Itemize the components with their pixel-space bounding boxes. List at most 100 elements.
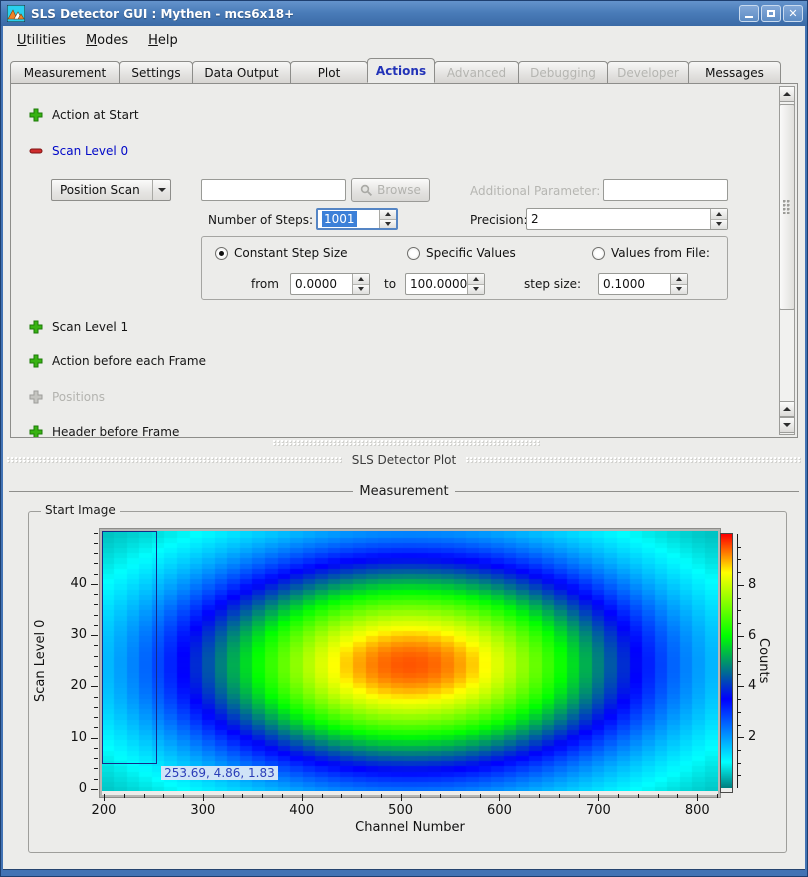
- minimize-button[interactable]: [739, 5, 759, 22]
- spin-down-button[interactable]: [671, 285, 687, 295]
- from-spinbox[interactable]: 0.0000: [290, 273, 370, 295]
- step-size-value: 0.1000: [599, 274, 670, 294]
- tab-actions[interactable]: Actions: [367, 58, 435, 83]
- z-minor-tick: [737, 572, 741, 573]
- x-minor-tick: [144, 794, 145, 798]
- menu-help[interactable]: Help: [140, 30, 186, 51]
- action-at-start-item[interactable]: Action at Start: [29, 108, 139, 122]
- menu-utilities[interactable]: Utilities: [9, 30, 74, 51]
- arrow-down-icon: [358, 287, 364, 291]
- scan-script-input[interactable]: [201, 179, 346, 201]
- spin-down-button[interactable]: [468, 285, 484, 295]
- y-minor-tick: [94, 625, 98, 626]
- actions-scrollbar[interactable]: [779, 86, 795, 435]
- scroll-down-button[interactable]: [779, 417, 795, 433]
- y-major-tick: [91, 584, 98, 585]
- scan-mode-select[interactable]: Position Scan: [51, 179, 171, 201]
- number-of-steps-spinbox[interactable]: 1001: [316, 208, 398, 230]
- z-minor-tick: [737, 712, 741, 713]
- y-tick-label: 10: [47, 730, 87, 745]
- x-minor-tick: [262, 794, 263, 798]
- y-tick-label: 20: [47, 678, 87, 693]
- x-axis-title: Channel Number: [102, 820, 718, 835]
- from-value: 0.0000: [291, 274, 352, 294]
- maximize-button[interactable]: [761, 5, 781, 22]
- scan-level-1-item[interactable]: Scan Level 1: [29, 320, 128, 334]
- scroll-up-button-2[interactable]: [779, 401, 795, 417]
- tab-data-output[interactable]: Data Output: [192, 61, 291, 83]
- dock-title-bar[interactable]: SLS Detector Plot: [7, 452, 801, 468]
- additional-parameter-input[interactable]: [603, 179, 728, 201]
- app-logo-icon: [7, 5, 25, 22]
- tab-measurement[interactable]: Measurement: [10, 61, 120, 83]
- z-minor-tick: [737, 699, 741, 700]
- steps-value: 1001: [322, 211, 357, 227]
- radio-values-from-file[interactable]: Values from File:: [592, 246, 710, 260]
- spin-up-button[interactable]: [468, 274, 484, 285]
- x-minor-tick: [322, 794, 323, 798]
- x-tick-label: 700: [573, 803, 623, 818]
- y-minor-tick: [94, 604, 98, 605]
- spin-down-button[interactable]: [711, 220, 727, 230]
- maximize-icon: [767, 10, 775, 17]
- z-minor-tick: [737, 661, 741, 662]
- z-major-tick: [737, 636, 744, 637]
- plus-icon[interactable]: [29, 425, 43, 438]
- precision-spinbox[interactable]: 2: [526, 208, 728, 230]
- colorbar: [721, 534, 732, 788]
- heatmap-plot[interactable]: [102, 531, 718, 791]
- radio-constant-step-size[interactable]: Constant Step Size: [215, 246, 348, 260]
- x-minor-tick: [638, 794, 639, 798]
- plus-icon[interactable]: [29, 108, 43, 122]
- y-minor-tick: [94, 645, 98, 646]
- radio-specific-values[interactable]: Specific Values: [407, 246, 516, 260]
- spin-up-button[interactable]: [711, 209, 727, 220]
- plus-icon[interactable]: [29, 320, 43, 334]
- positions-item: Positions: [29, 390, 105, 404]
- menu-modes[interactable]: Modes: [78, 30, 136, 51]
- z-tick-label: 8: [748, 577, 768, 592]
- spin-up-button[interactable]: [353, 274, 369, 285]
- scrollbar-thumb[interactable]: [779, 104, 795, 310]
- x-minor-tick: [124, 794, 125, 798]
- step-size-spinbox[interactable]: 0.1000: [598, 273, 688, 295]
- x-major-tick: [598, 794, 599, 801]
- x-minor-tick: [341, 794, 342, 798]
- action-before-frame-item[interactable]: Action before each Frame: [29, 354, 206, 368]
- splitter-handle[interactable]: [273, 440, 541, 446]
- z-minor-tick: [737, 674, 741, 675]
- scroll-up-button[interactable]: [779, 86, 795, 102]
- spin-up-button[interactable]: [380, 210, 396, 220]
- tab-settings[interactable]: Settings: [119, 61, 193, 83]
- x-minor-tick: [579, 794, 580, 798]
- x-major-tick: [203, 794, 204, 801]
- y-minor-tick: [94, 727, 98, 728]
- spin-up-button[interactable]: [671, 274, 687, 285]
- y-minor-tick: [94, 594, 98, 595]
- arrow-down-icon: [385, 222, 391, 226]
- close-button[interactable]: ✕: [783, 5, 803, 22]
- arrow-up-icon: [783, 407, 791, 411]
- radio-icon: [215, 247, 228, 260]
- scan-level-0-item[interactable]: Scan Level 0: [29, 144, 128, 158]
- scan-mode-value: Position Scan: [52, 183, 152, 197]
- cursor-readout: 253.69, 4.86, 1.83: [161, 766, 278, 780]
- tab-plot[interactable]: Plot: [290, 61, 368, 83]
- x-minor-tick: [480, 794, 481, 798]
- arrow-down-icon: [676, 287, 682, 291]
- minus-icon[interactable]: [29, 144, 43, 158]
- plus-icon[interactable]: [29, 354, 43, 368]
- tab-messages[interactable]: Messages: [688, 61, 781, 83]
- titlebar[interactable]: SLS Detector GUI : Mythen - mcs6x18+ ✕: [1, 1, 807, 26]
- spin-down-button[interactable]: [353, 285, 369, 295]
- tab-developer: Developer: [607, 61, 689, 83]
- tab-bar: Measurement Settings Data Output Plot Ac…: [10, 59, 780, 83]
- spin-down-button[interactable]: [380, 220, 396, 229]
- window-title: SLS Detector GUI : Mythen - mcs6x18+: [31, 7, 737, 21]
- app-window: SLS Detector GUI : Mythen - mcs6x18+ ✕ U…: [0, 0, 808, 877]
- header-before-frame-item[interactable]: Header before Frame: [29, 425, 179, 438]
- x-minor-tick: [677, 794, 678, 798]
- to-spinbox[interactable]: 100.0000: [405, 273, 485, 295]
- y-minor-tick: [94, 758, 98, 759]
- combo-dropdown-button[interactable]: [152, 180, 170, 200]
